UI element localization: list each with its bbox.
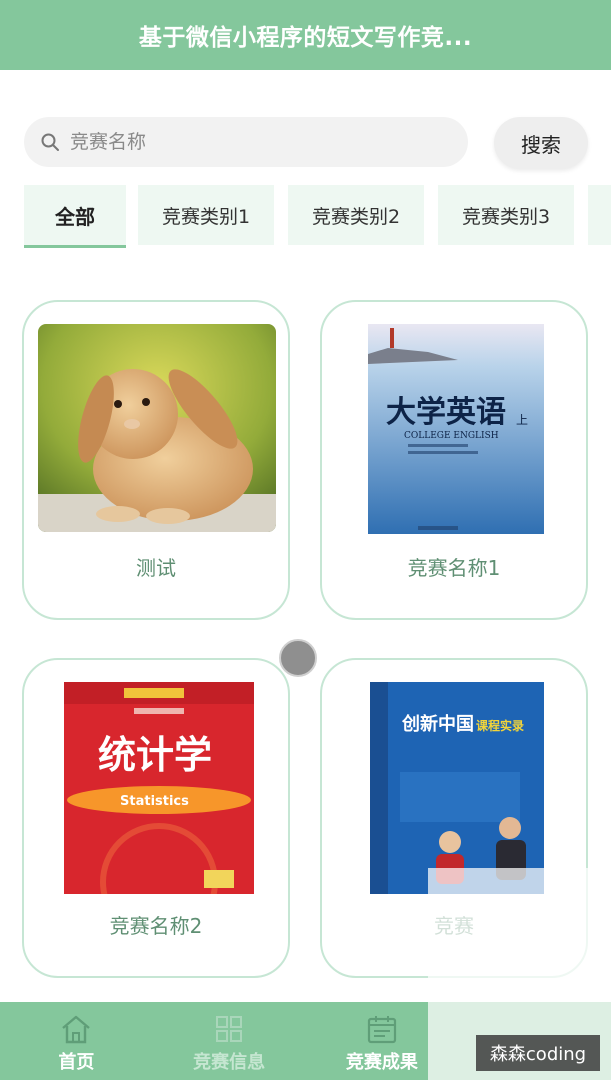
tab-category-3[interactable]: 竞赛类别3 <box>438 185 574 245</box>
card-image: 统计学 Statistics <box>64 682 254 894</box>
book-cover-college-english: 大学英语 上 COLLEGE ENGLISH <box>368 324 544 534</box>
calendar-icon <box>367 1016 396 1044</box>
page-title: 基于微信小程序的短文写作竞... <box>138 25 473 51</box>
cover-title: 创新中国 <box>401 713 474 735</box>
cover-subtitle: Statistics <box>120 794 189 809</box>
category-tabs: 全部 竞赛类别1 竞赛类别2 竞赛类别3 <box>24 185 611 249</box>
rabbit-photo <box>38 324 276 532</box>
book-cover-statistics: 统计学 Statistics <box>64 682 254 894</box>
grid-icon <box>216 1016 243 1042</box>
cover-subtitle: COLLEGE ENGLISH <box>404 431 499 441</box>
tab-all[interactable]: 全部 <box>24 185 126 248</box>
card-title: 竞赛名称1 <box>407 556 501 580</box>
search-input[interactable] <box>68 130 432 154</box>
card-image: 创新中国 课程实录 <box>370 682 544 894</box>
competition-card[interactable]: 测试 <box>22 300 290 620</box>
cover-title: 统计学 <box>98 732 212 777</box>
card-image: 大学英语 上 COLLEGE ENGLISH <box>368 324 544 534</box>
floating-ball-button[interactable] <box>279 639 317 677</box>
nav-competition-info-label: 竞赛信息 <box>193 1052 266 1073</box>
nav-home[interactable]: 首页 <box>0 1002 153 1080</box>
book-cover-innovation-china: 创新中国 课程实录 <box>370 682 544 894</box>
competition-card[interactable]: 统计学 Statistics 竞赛名称2 <box>22 658 290 978</box>
card-title: 竞赛名称2 <box>109 914 203 938</box>
cover-mark: 上 <box>516 413 528 427</box>
title-bar: 基于微信小程序的短文写作竞... <box>0 0 611 70</box>
nav-competition-info[interactable]: 竞赛信息 <box>153 1002 306 1080</box>
search-button[interactable]: 搜索 <box>494 117 588 169</box>
search-icon <box>41 133 59 151</box>
nav-competition-results-label: 竞赛成果 <box>345 1052 418 1073</box>
card-title: 测试 <box>136 556 176 580</box>
search-bar[interactable] <box>24 117 468 167</box>
tab-overflow[interactable] <box>588 185 611 245</box>
cover-title: 大学英语 <box>386 395 506 430</box>
card-image <box>38 324 276 532</box>
nav-home-label: 首页 <box>58 1052 95 1073</box>
watermark: 森森coding <box>476 1035 600 1071</box>
cover-mark: 课程实录 <box>476 718 524 733</box>
home-icon <box>62 1015 91 1044</box>
tab-category-1[interactable]: 竞赛类别1 <box>138 185 274 245</box>
competition-card[interactable]: 大学英语 上 COLLEGE ENGLISH 竞赛名称1 <box>320 300 588 620</box>
tab-category-2[interactable]: 竞赛类别2 <box>288 185 424 245</box>
